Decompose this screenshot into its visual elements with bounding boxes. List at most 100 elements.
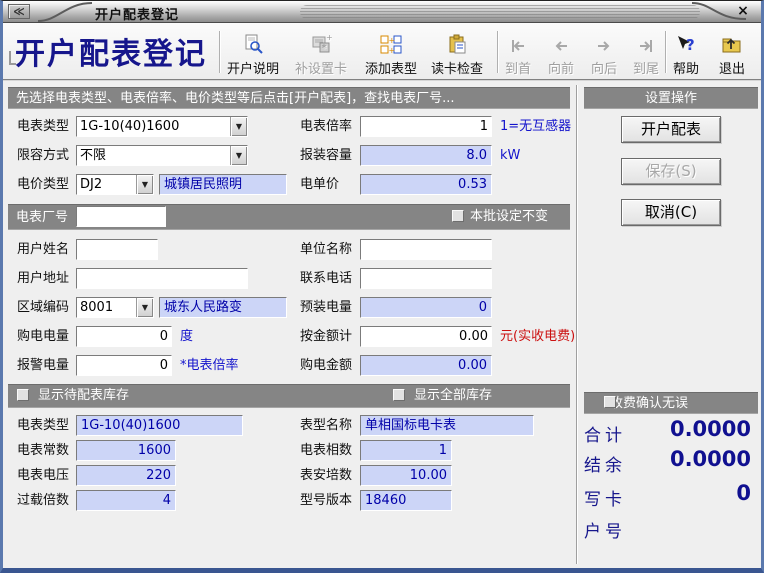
toolbar: 开户配表登记 开户说明 * + 补设置卡 bbox=[3, 23, 761, 81]
limit-mode-label: 限容方式 bbox=[17, 146, 69, 166]
main-area: 先选择电表类型、电表倍率、电价类型等后点击[开户配表]，查找电表厂号... 电表… bbox=[3, 83, 761, 568]
stock-all-checkbox[interactable] bbox=[393, 389, 405, 401]
dropdown-arrow-icon[interactable]: ▼ bbox=[136, 298, 153, 317]
purchase-energy-unit: 度 bbox=[180, 327, 193, 347]
write-card-value: 0 bbox=[621, 481, 751, 505]
meter-ratio-input[interactable] bbox=[360, 116, 492, 137]
close-button[interactable]: × bbox=[734, 3, 752, 20]
app-logo-icon: ≪ bbox=[8, 4, 30, 19]
version-field: 18460 bbox=[360, 490, 452, 511]
purchase-energy-label: 购电电量 bbox=[17, 327, 69, 347]
clipboard-icon bbox=[446, 34, 468, 56]
capacity-field: 8.0 bbox=[360, 145, 492, 166]
meter-ratio-hint: 1=无互感器 bbox=[500, 117, 571, 137]
alarm-energy-input[interactable] bbox=[76, 355, 172, 376]
preset-energy-label: 预装电量 bbox=[300, 298, 352, 318]
panel-divider bbox=[576, 85, 577, 564]
document-search-icon bbox=[242, 34, 264, 56]
meter-ratio-label: 电表倍率 bbox=[300, 117, 352, 137]
total-value: 0.0000 bbox=[621, 417, 751, 441]
dropdown-arrow-icon[interactable]: ▼ bbox=[136, 175, 153, 194]
toolbar-button-account-help[interactable]: 开户说明 bbox=[225, 29, 281, 77]
instruction-bar: 先选择电表类型、电表倍率、电价类型等后点击[开户配表]，查找电表厂号... bbox=[8, 87, 570, 109]
toolbar-button-label: 到首 bbox=[505, 58, 531, 77]
nav-prev-icon bbox=[551, 36, 571, 56]
stock-pending-label: 显示待配表库存 bbox=[38, 386, 129, 406]
batch-fixed-checkbox[interactable] bbox=[452, 210, 464, 222]
title-bar: ≪ 开户配表登记 × bbox=[0, 1, 764, 23]
user-name-label: 用户姓名 bbox=[17, 240, 69, 260]
svg-text:*: * bbox=[322, 43, 327, 54]
by-amount-unit: 元(实收电费) bbox=[500, 327, 575, 347]
by-amount-label: 按金额计 bbox=[300, 327, 352, 347]
toolbar-separator bbox=[665, 31, 666, 73]
nav-last-icon bbox=[636, 36, 656, 56]
toolbar-button-label: 向后 bbox=[591, 58, 617, 77]
preset-energy-field: 0 bbox=[360, 297, 492, 318]
toolbar-button-help[interactable]: ? 帮助 bbox=[671, 29, 701, 77]
stock-pending-checkbox[interactable] bbox=[17, 389, 29, 401]
write-card-label: 写卡 bbox=[584, 485, 626, 510]
model-name-field: 单相国标电卡表 bbox=[360, 415, 534, 436]
toolbar-button-last: 到尾 bbox=[631, 29, 661, 77]
area-code-dropdown[interactable]: 8001 ▼ bbox=[76, 297, 154, 318]
meter-type-label: 电表类型 bbox=[17, 117, 69, 137]
toolbar-button-add-meter-model[interactable]: + + 添加表型 bbox=[363, 29, 419, 77]
toolbar-button-label: 开户说明 bbox=[227, 58, 279, 77]
stock-all-label: 显示全部库存 bbox=[414, 386, 492, 406]
ampere-label: 表安培数 bbox=[300, 466, 352, 486]
org-name-input[interactable] bbox=[360, 239, 492, 260]
dropdown-arrow-icon[interactable]: ▼ bbox=[230, 146, 247, 165]
titlebar-texture bbox=[300, 5, 700, 19]
area-code-desc: 城东人民路变 bbox=[159, 297, 287, 318]
svg-text:?: ? bbox=[686, 36, 695, 54]
toolbar-separator bbox=[219, 31, 220, 73]
toolbar-button-supplement-card: * + 补设置卡 bbox=[293, 29, 349, 77]
cancel-button[interactable]: 取消(C) bbox=[621, 199, 721, 226]
toolbar-button-label: 退出 bbox=[719, 58, 745, 77]
toolbar-button-exit[interactable]: 退出 bbox=[717, 29, 747, 77]
unit-price-field: 0.53 bbox=[360, 174, 492, 195]
stock-meter-type-field: 1G-10(40)1600 bbox=[76, 415, 243, 436]
titlebar-swoosh-left bbox=[36, 1, 96, 23]
window: ≪ 开户配表登记 × 开户配表登记 开户说明 bbox=[0, 0, 764, 573]
toolbar-button-label: 添加表型 bbox=[365, 58, 417, 77]
page-title: 开户配表登记 bbox=[15, 29, 207, 73]
org-name-label: 单位名称 bbox=[300, 240, 352, 260]
toolbar-button-read-card-check[interactable]: 读卡检查 bbox=[429, 29, 485, 77]
user-addr-input[interactable] bbox=[76, 268, 248, 289]
toolbar-button-prev: 向前 bbox=[546, 29, 576, 77]
svg-text:+: + bbox=[326, 34, 332, 42]
open-account-button[interactable]: 开户配表 bbox=[621, 116, 721, 143]
total-label: 合计 bbox=[584, 421, 626, 446]
user-name-input[interactable] bbox=[76, 239, 158, 260]
toolbar-button-label: 向前 bbox=[548, 58, 574, 77]
price-type-desc: 城镇居民照明 bbox=[159, 174, 287, 195]
voltage-label: 电表电压 bbox=[17, 466, 69, 486]
toolbar-separator bbox=[497, 31, 498, 73]
purchase-energy-input[interactable] bbox=[76, 326, 172, 347]
phone-input[interactable] bbox=[360, 268, 492, 289]
nav-first-icon bbox=[508, 36, 528, 56]
limit-mode-value: 不限 bbox=[77, 146, 230, 165]
account-no-label: 户号 bbox=[584, 517, 626, 542]
toolbar-button-label: 帮助 bbox=[673, 58, 699, 77]
phases-field: 1 bbox=[360, 440, 452, 461]
toolbar-button-label: 补设置卡 bbox=[295, 58, 347, 77]
stock-meter-type-label: 电表类型 bbox=[17, 416, 69, 436]
toolbar-button-label: 到尾 bbox=[633, 58, 659, 77]
limit-mode-dropdown[interactable]: 不限 ▼ bbox=[76, 145, 248, 166]
phone-label: 联系电话 bbox=[300, 269, 352, 289]
overload-label: 过载倍数 bbox=[17, 491, 69, 511]
meter-type-dropdown[interactable]: 1G-10(40)1600 ▼ bbox=[76, 116, 248, 137]
balance-value: 0.0000 bbox=[621, 447, 751, 471]
card-settings-icon: * + bbox=[310, 34, 332, 56]
capacity-unit: kW bbox=[500, 146, 520, 166]
by-amount-input[interactable] bbox=[360, 326, 492, 347]
factory-no-input[interactable] bbox=[76, 206, 166, 227]
price-type-label: 电价类型 bbox=[17, 175, 69, 195]
dropdown-arrow-icon[interactable]: ▼ bbox=[230, 117, 247, 136]
meter-type-value: 1G-10(40)1600 bbox=[77, 117, 230, 136]
fee-confirm-checkbox[interactable] bbox=[604, 396, 616, 408]
price-type-dropdown[interactable]: DJ2 ▼ bbox=[76, 174, 154, 195]
